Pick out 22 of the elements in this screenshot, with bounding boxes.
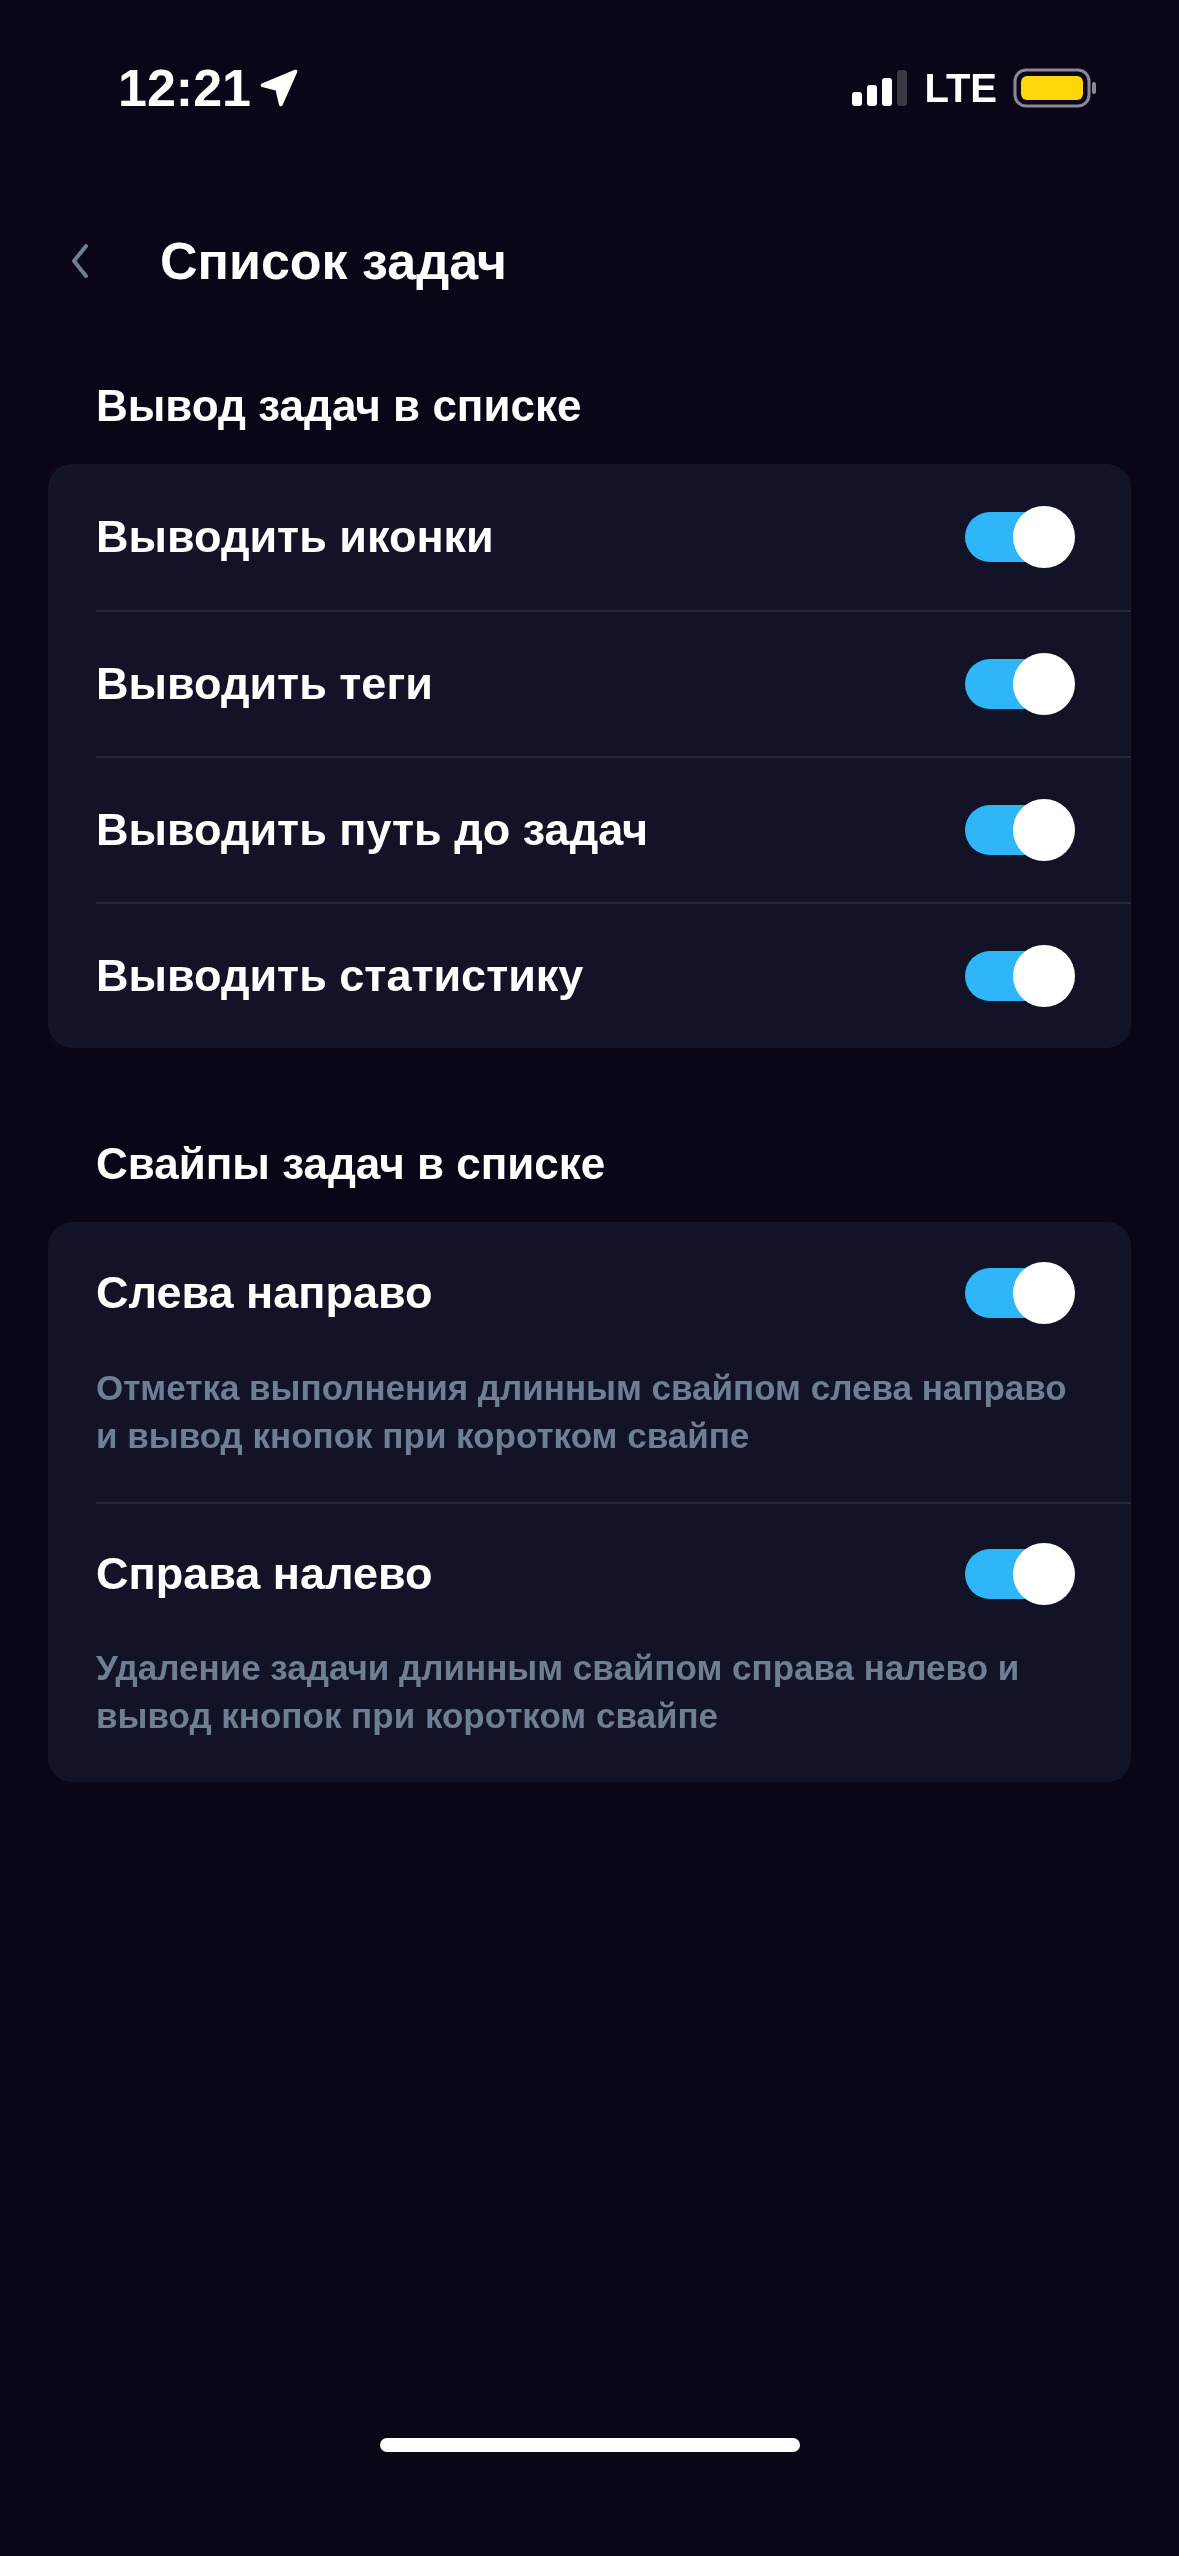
setting-label: Выводить статистику bbox=[96, 950, 584, 1002]
setting-label: Слева направо bbox=[96, 1267, 433, 1319]
status-time: 12:21 bbox=[118, 58, 251, 118]
setting-label: Выводить иконки bbox=[96, 511, 494, 563]
setting-label: Справа налево bbox=[96, 1548, 433, 1600]
battery-icon bbox=[1013, 68, 1097, 108]
page-title: Список задач bbox=[160, 231, 507, 291]
setting-description: Удаление задачи длинным свайпом справа налево и вывод кнопок при коротком свайпе bbox=[96, 1647, 1021, 1737]
toggle-switch[interactable] bbox=[965, 799, 1075, 861]
toggle-switch[interactable] bbox=[965, 1543, 1075, 1605]
setting-label: Выводить путь до задач bbox=[96, 804, 649, 856]
section-title: Свайпы задач в списке bbox=[95, 1138, 607, 1190]
setting-label: Выводить теги bbox=[96, 658, 433, 710]
toggle-switch[interactable] bbox=[965, 945, 1075, 1007]
toggle-switch[interactable] bbox=[965, 506, 1075, 568]
toggle-switch[interactable] bbox=[965, 653, 1075, 715]
setting-description: Отметка выполнения длинным свайпом слева направо и вывод кнопок при коротком свайпе bbox=[96, 1367, 1068, 1457]
signal-icon bbox=[852, 70, 909, 106]
section-title: Вывод задач в списке bbox=[95, 380, 583, 432]
toggle-switch[interactable] bbox=[965, 1262, 1075, 1324]
network-label: LTE bbox=[924, 65, 997, 111]
chevron-left-icon bbox=[70, 243, 90, 279]
